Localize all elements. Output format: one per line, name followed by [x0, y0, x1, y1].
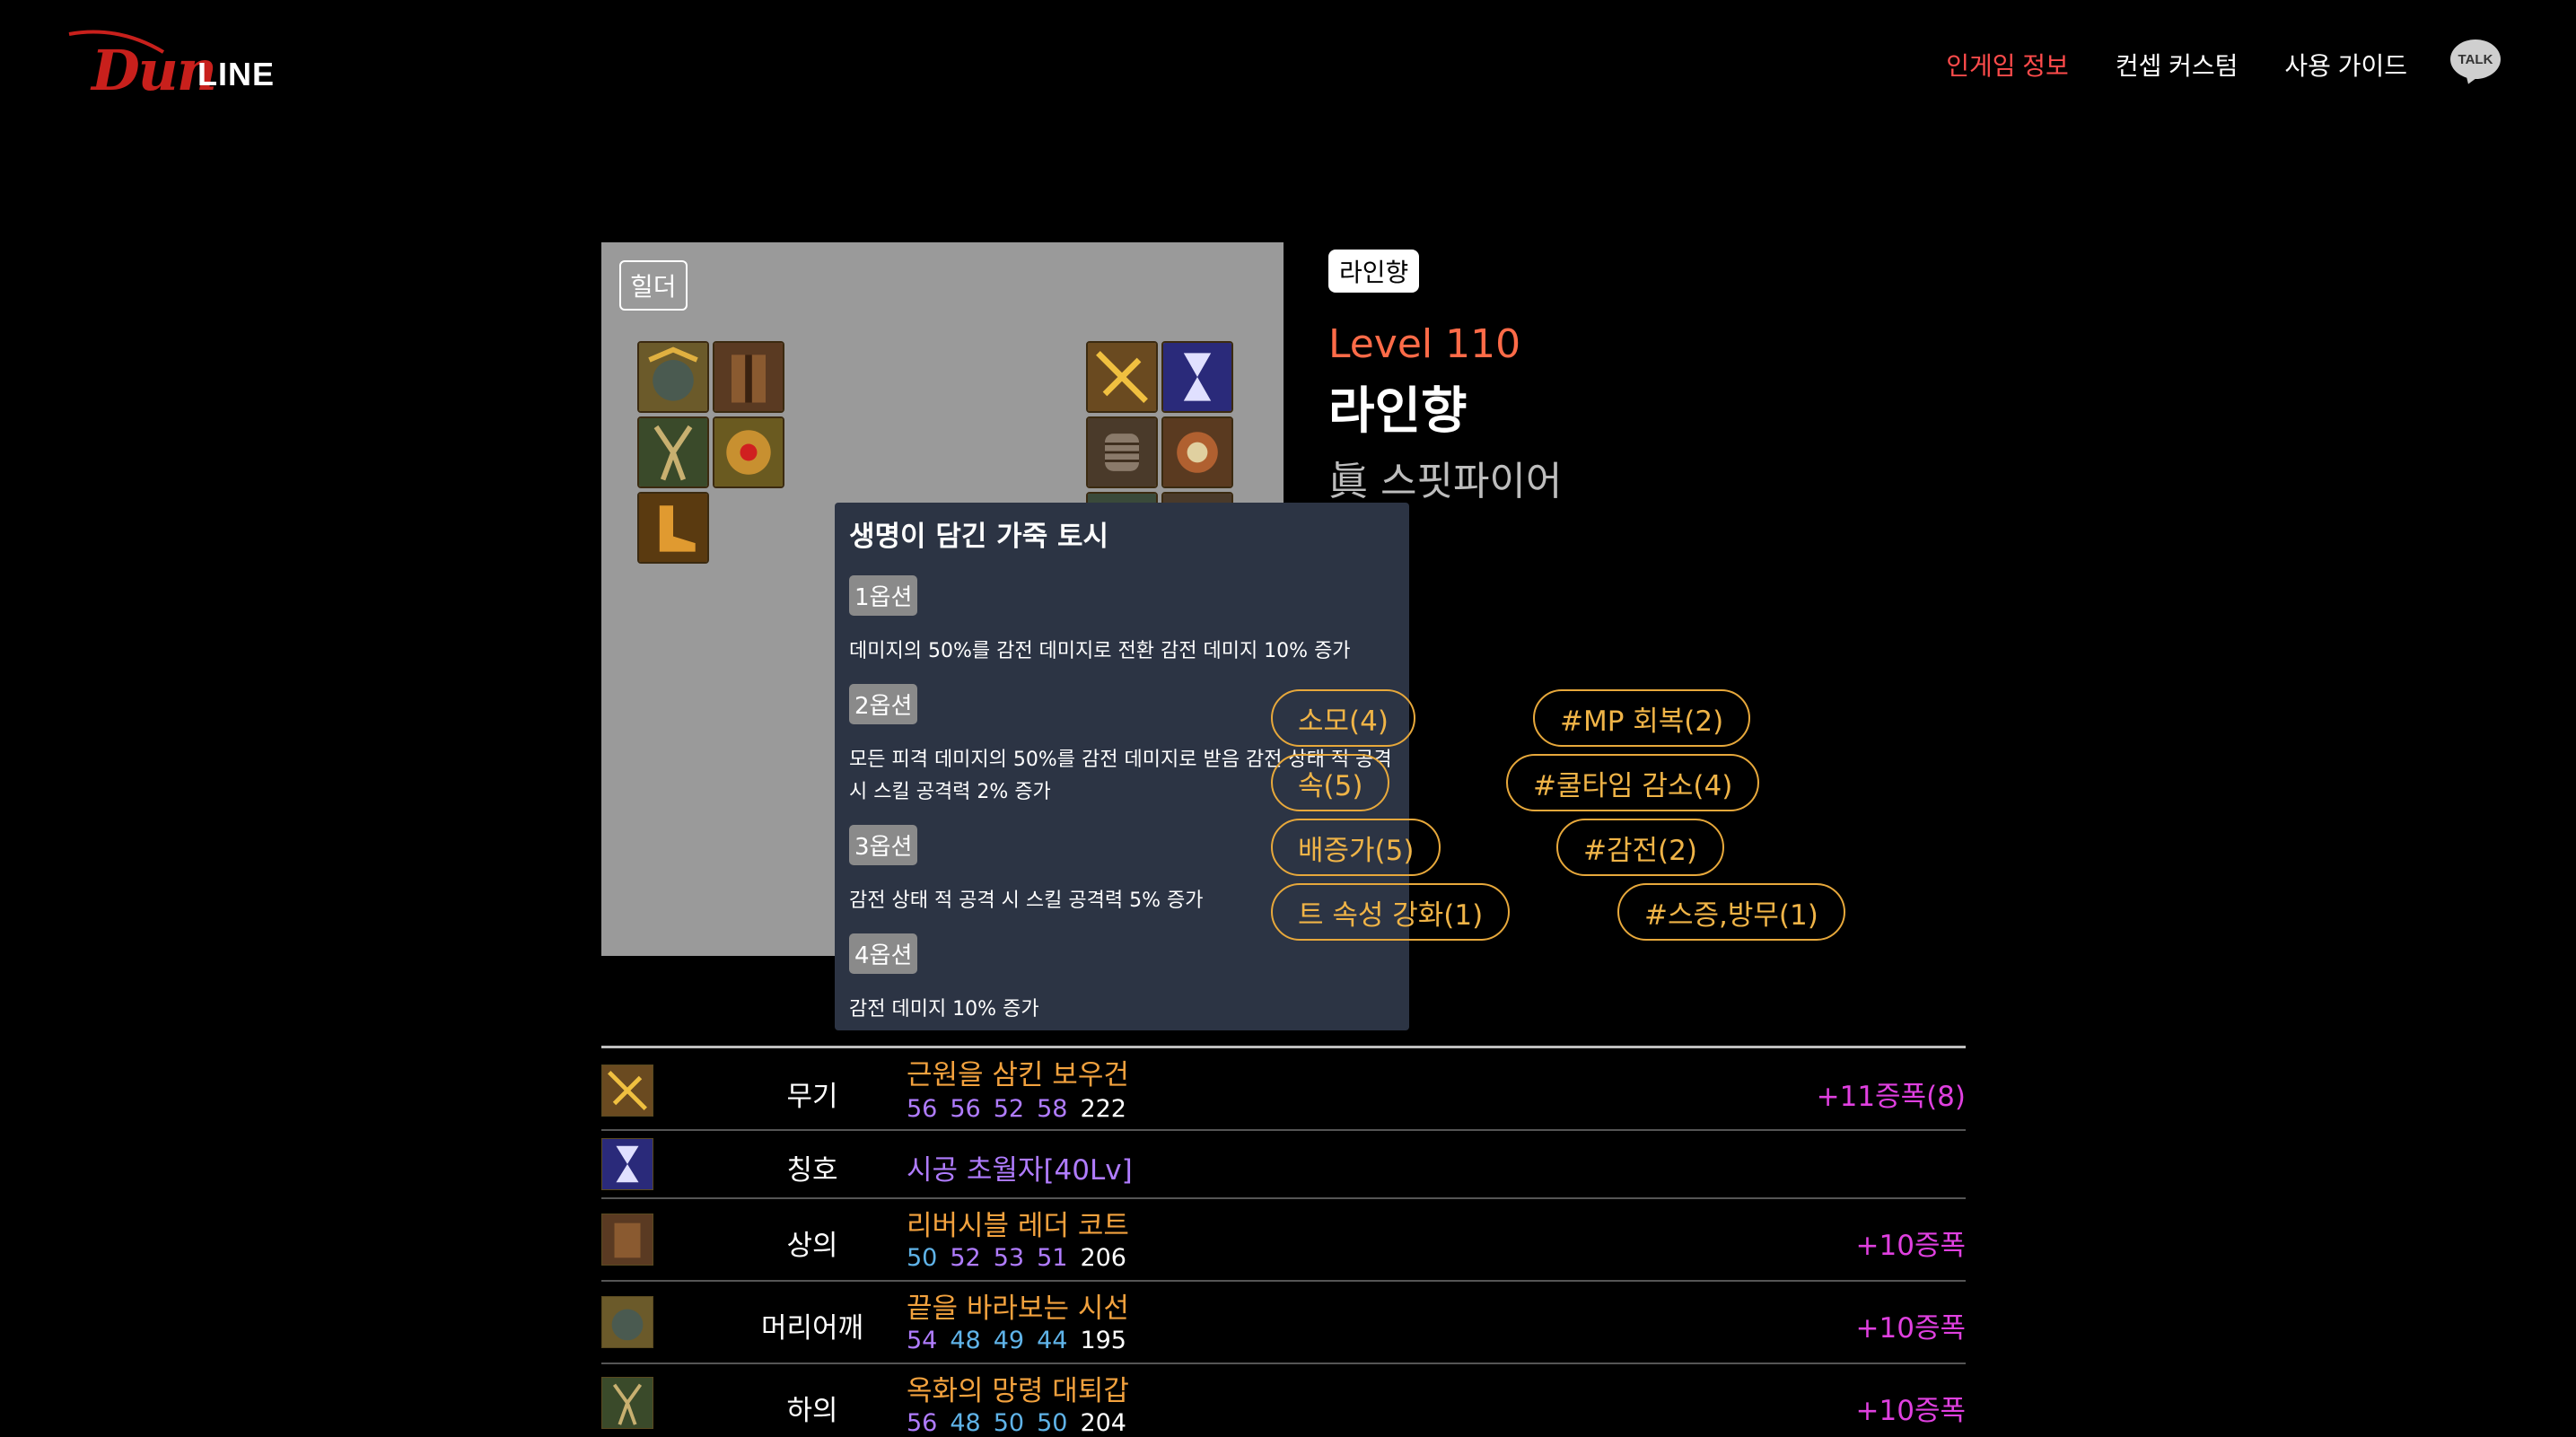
hourglass-icon	[1163, 343, 1231, 411]
tag-chip[interactable]: #스증,방무(1)	[1617, 883, 1845, 941]
set-effect-tags: 소모(4) #MP 회복(2) 속(5) #쿨타임 감소(4) 배증가(5) #…	[1271, 689, 1957, 959]
equip-row-bottom[interactable]: 하의 옥화의 망령 대퇴갑 56 48 50 50 204 +10증폭	[601, 1364, 1966, 1437]
slot-bottom[interactable]	[637, 416, 709, 488]
stat-total: 195	[1080, 1327, 1126, 1354]
slot-weapon[interactable]	[1086, 341, 1158, 413]
reinforce-level: +10증폭	[1855, 1230, 1966, 1262]
stat-value: 58	[1037, 1095, 1068, 1123]
coat-icon	[714, 343, 783, 411]
option-desc: 감전 데미지 10% 증가	[849, 998, 1039, 1021]
tooltip-option-4: 4옵션 감전 데미지 10% 증가	[849, 933, 1395, 1026]
equip-type: 칭호	[786, 1154, 838, 1187]
nav-concept-custom[interactable]: 컨셉 커스텀	[2116, 47, 2239, 83]
tag-chip[interactable]: 트 속성 강화(1)	[1271, 883, 1511, 941]
necklace-icon	[1163, 418, 1231, 486]
equip-name: 시공 초월자[40Lv]	[907, 1154, 1133, 1187]
stat-value: 53	[993, 1244, 1025, 1272]
tooltip-title: 생명이 담긴 가죽 토시	[849, 521, 1109, 553]
logo-line-text: LINE	[197, 56, 276, 92]
tag-chip[interactable]: #감전(2)	[1556, 819, 1724, 876]
kakao-talk-button[interactable]: TALK	[2450, 39, 2501, 87]
character-class: 眞 스핏파이어	[1328, 459, 1563, 504]
pants-icon	[601, 1377, 653, 1429]
bracelet-icon	[1088, 418, 1156, 486]
slot-shoulder[interactable]	[637, 341, 709, 413]
equip-name: 근원을 삼킨 보우건	[907, 1059, 1129, 1091]
character-level: Level 110	[1328, 321, 1521, 367]
slot-title[interactable]	[1161, 341, 1233, 413]
equip-row-shoulder[interactable]: 머리어깨 끝을 바라보는 시선 54 48 49 44 195 +10증폭	[601, 1282, 1966, 1364]
equip-stats: 54 48 49 44 195	[907, 1327, 1126, 1354]
slot-shoes[interactable]	[637, 492, 709, 564]
stat-total: 222	[1080, 1095, 1126, 1123]
equip-type: 무기	[786, 1081, 838, 1113]
server-tag: 라인향	[1328, 250, 1420, 293]
equip-name: 끝을 바라보는 시선	[907, 1292, 1129, 1325]
option-label: 4옵션	[849, 933, 918, 974]
site-header: Dun LINE 인게임 정보 컨셉 커스텀 사용 가이드 TALK	[0, 0, 2576, 135]
slot-bracelet[interactable]	[1086, 416, 1158, 488]
stat-value: 49	[993, 1327, 1025, 1354]
slot-necklace[interactable]	[1161, 416, 1233, 488]
stat-value: 52	[950, 1244, 981, 1272]
tag-chip[interactable]: #쿨타임 감소(4)	[1506, 754, 1760, 811]
option-label: 3옵션	[849, 825, 918, 865]
slot-top[interactable]	[713, 341, 784, 413]
nav-user-guide[interactable]: 사용 가이드	[2284, 47, 2407, 83]
reinforce-level: +10증폭	[1855, 1395, 1966, 1427]
stat-value: 50	[907, 1244, 938, 1272]
reinforce-level: +10증폭	[1855, 1312, 1966, 1345]
option-label: 2옵션	[849, 684, 918, 724]
shoulder-icon	[639, 343, 707, 411]
stat-value: 44	[1037, 1327, 1068, 1354]
tag-chip[interactable]: 소모(4)	[1271, 689, 1415, 747]
bow-icon	[601, 1065, 653, 1117]
equip-name: 옥화의 망령 대퇴갑	[907, 1375, 1129, 1407]
pants-icon	[639, 418, 707, 486]
character-profile: 라인향 Level 110 라인향 眞 스핏파이어	[1328, 250, 1562, 506]
option-label: 1옵션	[849, 575, 918, 616]
stat-value: 48	[950, 1327, 981, 1354]
hourglass-icon	[601, 1138, 653, 1190]
stat-total: 206	[1080, 1244, 1126, 1272]
belt-icon	[714, 418, 783, 486]
bow-icon	[1088, 343, 1156, 411]
talk-icon: TALK	[2450, 39, 2501, 79]
coat-icon	[601, 1214, 653, 1266]
buffer-class-tag: 힐더	[619, 260, 688, 311]
equip-row-top[interactable]: 상의 리버시블 레더 코트 50 52 53 51 206 +10증폭	[601, 1199, 1966, 1282]
slot-belt[interactable]	[713, 416, 784, 488]
tooltip-option-1: 1옵션 데미지의 50%를 감전 데미지로 전환 감전 데미지 10% 증가	[849, 575, 1395, 668]
tag-chip[interactable]: #MP 회복(2)	[1533, 689, 1751, 747]
equip-stats: 56 56 52 58 222	[907, 1095, 1126, 1123]
equip-type: 머리어깨	[760, 1312, 864, 1345]
main-nav: 인게임 정보 컨셉 커스텀 사용 가이드	[1946, 47, 2407, 83]
stat-value: 54	[907, 1327, 938, 1354]
nav-ingame-info[interactable]: 인게임 정보	[1946, 47, 2069, 83]
equip-type: 하의	[786, 1395, 838, 1427]
stat-value: 56	[950, 1095, 981, 1123]
reinforce-level: +11증폭(8)	[1816, 1081, 1966, 1113]
equip-row-weapon[interactable]: 무기 근원을 삼킨 보우건 56 56 52 58 222 +11증폭(8)	[601, 1048, 1966, 1131]
option-desc: 데미지의 50%를 감전 데미지로 전환 감전 데미지 10% 증가	[849, 640, 1351, 662]
equip-type: 상의	[786, 1230, 838, 1262]
tag-chip[interactable]: 속(5)	[1271, 754, 1390, 811]
dunline-logo[interactable]: Dun LINE	[65, 25, 298, 115]
character-name: 라인향	[1328, 382, 1468, 441]
equip-stats: 50 52 53 51 206	[907, 1244, 1126, 1272]
equip-row-title[interactable]: 칭호 시공 초월자[40Lv]	[601, 1131, 1966, 1199]
shoes-icon	[639, 494, 707, 562]
stat-value: 52	[993, 1095, 1025, 1123]
shoulder-icon	[601, 1296, 653, 1348]
tag-chip[interactable]: 배증가(5)	[1271, 819, 1441, 876]
equip-name: 리버시블 레더 코트	[907, 1210, 1129, 1242]
stat-value: 56	[907, 1095, 938, 1123]
stat-value: 51	[1037, 1244, 1068, 1272]
